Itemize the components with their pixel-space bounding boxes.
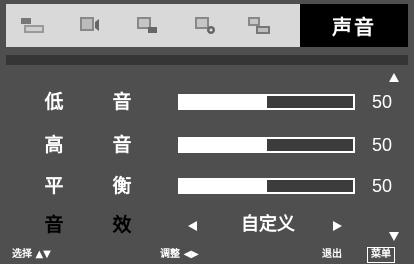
display-menu-icon[interactable]: [134, 15, 160, 35]
effect-label-char-2: 效: [112, 214, 132, 236]
picture-menu-icon[interactable]: [20, 15, 46, 35]
sound-effect-row[interactable]: 音 效 自定义: [0, 211, 414, 239]
scroll-down-arrow-icon[interactable]: [389, 232, 399, 241]
menu-title: 声音: [300, 4, 408, 47]
balance-label-char-2: 衡: [112, 175, 132, 197]
separator-bar: [6, 55, 408, 65]
sound-menu-icon[interactable]: [78, 15, 104, 35]
adjust-hint: 调整 ◀▶: [160, 249, 199, 260]
select-hint: 选择 ▲▼: [12, 249, 51, 260]
bass-label-char-1: 低: [44, 91, 64, 113]
bass-row[interactable]: 低 音 50: [0, 88, 414, 116]
bass-slider[interactable]: [178, 94, 355, 110]
balance-slider[interactable]: [178, 178, 355, 194]
setup-menu-icon[interactable]: [192, 15, 218, 35]
treble-slider[interactable]: [178, 137, 355, 153]
effect-value: 自定义: [241, 214, 295, 235]
bass-value: 50: [372, 92, 393, 112]
treble-label-char-2: 音: [112, 134, 132, 156]
bass-slider-fill: [180, 96, 267, 108]
sound-settings-osd: 声音 低 音 50 高 音 50 平 衡 50 音 效 自定义 选择 ▲▼ 调整…: [0, 0, 414, 264]
exit-hint: 退出: [322, 249, 342, 260]
bass-label-char-2: 音: [112, 91, 132, 113]
source-menu-icon[interactable]: [246, 15, 272, 35]
effect-prev-arrow-icon[interactable]: [188, 221, 197, 231]
treble-row[interactable]: 高 音 50: [0, 131, 414, 159]
balance-value: 50: [372, 176, 393, 196]
balance-label-char-1: 平: [44, 175, 64, 197]
treble-label-char-1: 高: [44, 134, 64, 156]
effect-label-char-1: 音: [44, 214, 64, 236]
scroll-up-arrow-icon[interactable]: [389, 73, 399, 82]
effect-next-arrow-icon[interactable]: [333, 221, 342, 231]
balance-row[interactable]: 平 衡 50: [0, 172, 414, 200]
treble-value: 50: [372, 135, 393, 155]
menu-hint: 菜单: [367, 247, 395, 263]
menu-icon-bar: 声音: [6, 4, 408, 47]
treble-slider-fill: [180, 139, 267, 151]
footer-hints: 选择 ▲▼ 调整 ◀▶ 退出 菜单: [0, 246, 414, 264]
balance-slider-fill: [180, 180, 267, 192]
